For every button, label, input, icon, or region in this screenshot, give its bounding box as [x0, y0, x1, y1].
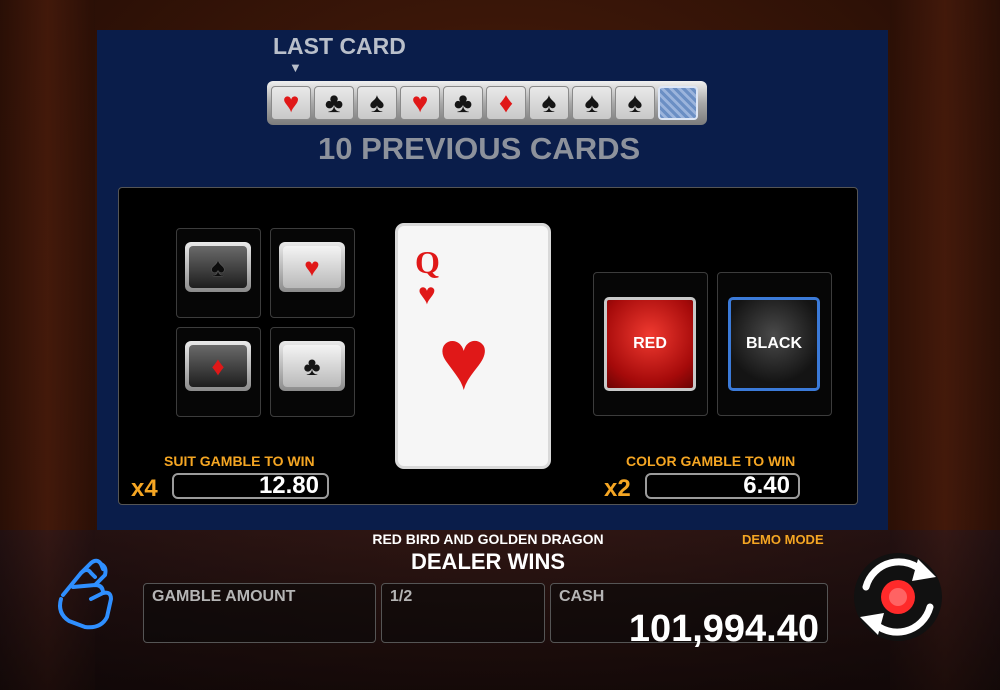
color-slot: BLACK — [717, 272, 832, 416]
demo-mode-badge: DEMO MODE — [742, 532, 824, 547]
history-card: ♠ — [572, 86, 612, 120]
history-card: ♥ — [271, 86, 311, 120]
history-card: ♠ — [615, 86, 655, 120]
diamond-icon: ♦ — [189, 345, 247, 387]
hearts-button[interactable]: ♥ — [279, 242, 345, 292]
color-slot: RED — [593, 272, 708, 416]
suit-gamble-label: SUIT GAMBLE TO WIN — [164, 453, 315, 469]
suit-multiplier: x4 — [131, 475, 158, 502]
current-card: Q ♥ ♥ — [395, 223, 551, 469]
black-button[interactable]: BLACK — [728, 297, 820, 391]
game-title: RED BIRD AND GOLDEN DRAGON — [372, 531, 604, 547]
history-card: ♠ — [529, 86, 569, 120]
history-card: ♦ — [486, 86, 526, 120]
heart-icon: ♥ — [418, 278, 436, 311]
suit-win-value: 12.80 — [172, 473, 329, 499]
color-multiplier: x2 — [604, 475, 631, 502]
spin-refresh-icon — [854, 553, 942, 641]
hand-icon — [58, 558, 113, 630]
suit-slot: ♣ — [270, 327, 355, 417]
last-card-label: LAST CARD — [273, 33, 406, 59]
heart-icon: ♥ — [283, 246, 341, 288]
spin-button[interactable] — [836, 545, 960, 649]
spades-button[interactable]: ♠ — [185, 242, 251, 292]
history-card: ♠ — [357, 86, 397, 120]
spade-icon: ♠ — [189, 246, 247, 288]
history-card: ♣ — [314, 86, 354, 120]
suit-slot: ♠ — [176, 228, 261, 318]
cash-label: CASH — [559, 588, 605, 605]
collect-button[interactable] — [48, 552, 124, 636]
previous-cards-bar: ♥ ♣ ♠ ♥ ♣ ♦ ♠ ♠ ♠ — [267, 81, 707, 125]
color-win-value: 6.40 — [645, 473, 800, 499]
red-button[interactable]: RED — [604, 297, 696, 391]
club-icon: ♣ — [283, 345, 341, 387]
gamble-amount-box: GAMBLE AMOUNT — [143, 583, 376, 643]
cash-value: 101,994.40 — [628, 608, 819, 650]
card-rank: Q — [415, 244, 440, 280]
previous-cards-caption: 10 PREVIOUS CARDS — [318, 131, 641, 166]
diamonds-button[interactable]: ♦ — [185, 341, 251, 391]
history-card: ♥ — [400, 86, 440, 120]
fraction-box[interactable]: 1/2 — [381, 583, 545, 643]
fraction-label: 1/2 — [390, 588, 413, 605]
history-card: ♣ — [443, 86, 483, 120]
last-card-arrow-icon: ▼ — [289, 60, 302, 75]
heart-icon: ♥ — [438, 312, 490, 408]
cash-box: CASH 101,994.40 — [550, 583, 828, 650]
card-back-icon — [658, 86, 698, 120]
clubs-button[interactable]: ♣ — [279, 341, 345, 391]
suit-slot: ♥ — [270, 228, 355, 318]
status-message: DEALER WINS — [411, 549, 565, 574]
color-gamble-label: COLOR GAMBLE TO WIN — [626, 453, 796, 469]
gamble-amount-label: GAMBLE AMOUNT — [152, 588, 296, 605]
suit-slot: ♦ — [176, 327, 261, 417]
